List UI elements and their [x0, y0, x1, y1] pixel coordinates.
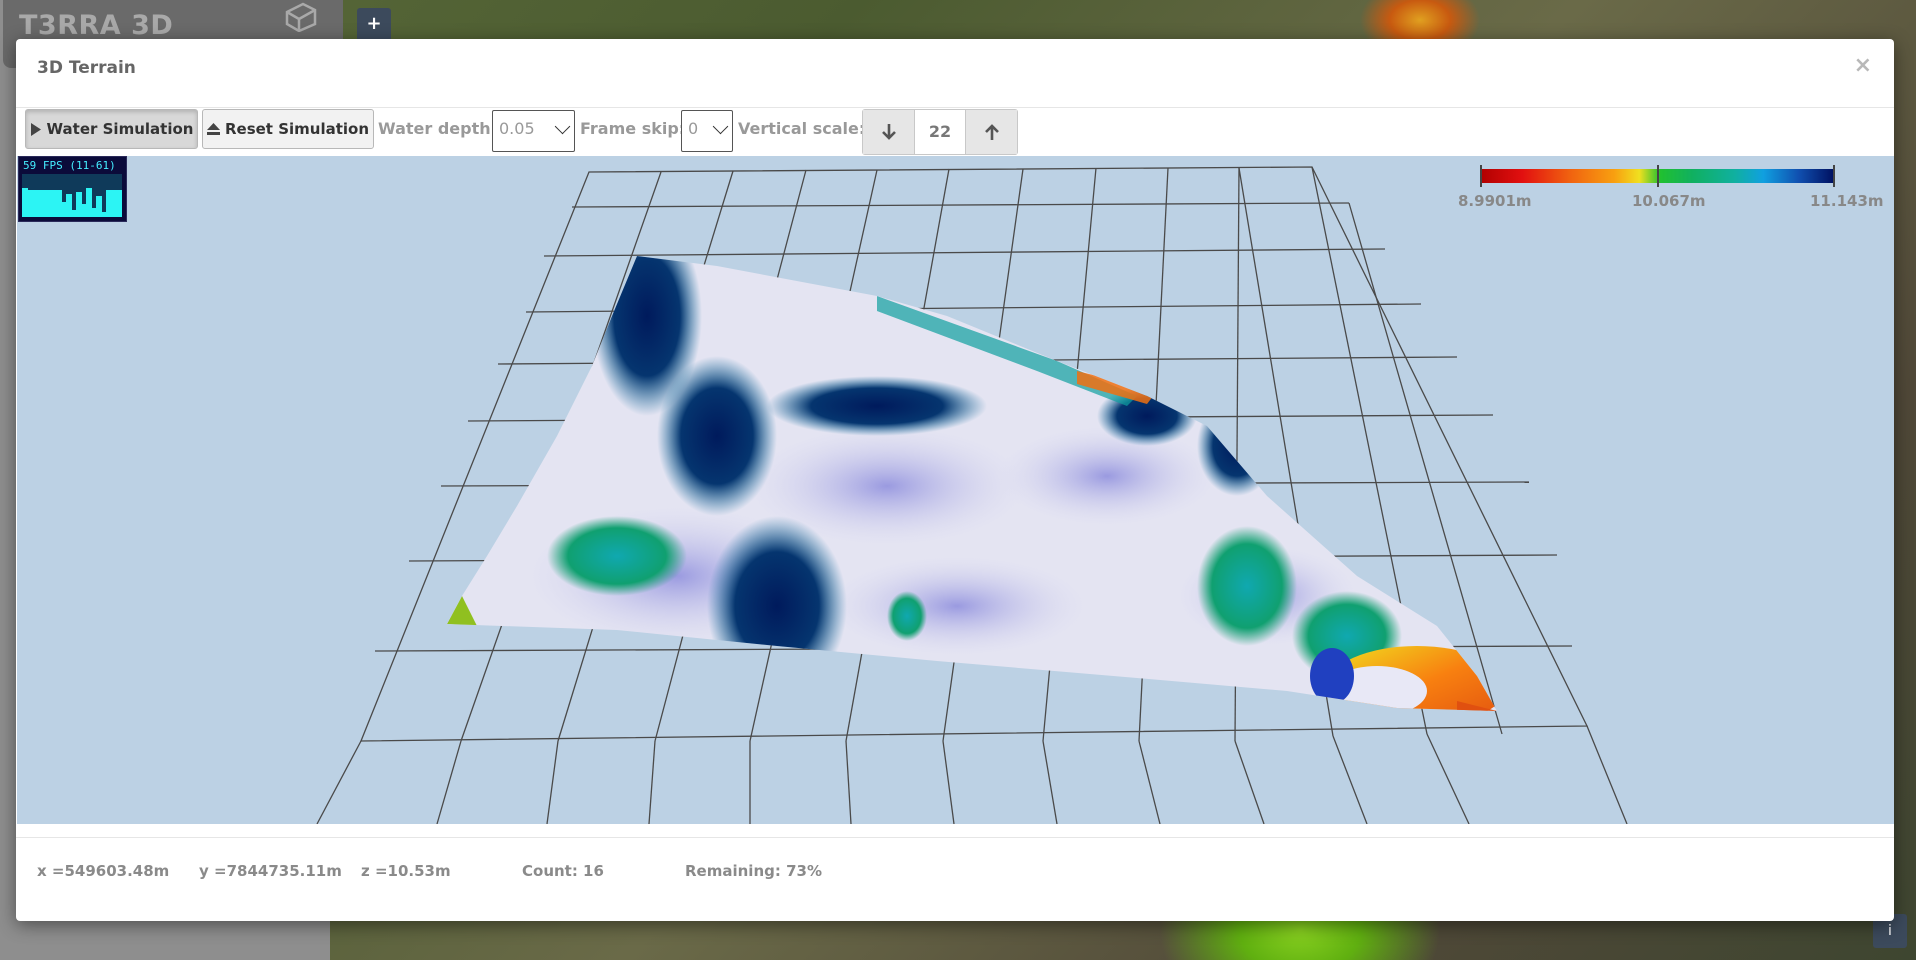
eject-icon	[206, 123, 220, 135]
terrain-modal: 3D Terrain × Water Simulation Reset Simu…	[16, 39, 1894, 921]
app-logo: T3RRA 3D	[19, 10, 174, 41]
count-status: Count: 16	[522, 862, 604, 880]
water-simulation-button[interactable]: Water Simulation	[25, 109, 198, 149]
frame-skip-value: 0	[688, 119, 699, 138]
y-coordinate: y =7844735.11m	[199, 862, 342, 880]
reset-simulation-button[interactable]: Reset Simulation	[202, 109, 374, 149]
close-icon[interactable]: ×	[1854, 55, 1872, 77]
fps-text: 59 FPS (11-61)	[23, 159, 116, 172]
legend-tick-min	[1480, 165, 1482, 187]
modal-header: 3D Terrain ×	[16, 39, 1894, 108]
water-depth-value: 0.05	[499, 119, 535, 138]
fps-graph	[22, 174, 122, 217]
zoom-in-button[interactable]: +	[357, 8, 391, 42]
toolbar: Water Simulation Reset Simulation Water …	[16, 108, 1894, 156]
status-bar: x =549603.48m y =7844735.11m z =10.53m C…	[16, 837, 1894, 922]
z-coordinate: z =10.53m	[361, 862, 451, 880]
vertical-scale-stepper: 22	[862, 109, 1018, 155]
chevron-down-icon	[554, 118, 571, 135]
arrow-down-icon	[881, 124, 896, 140]
legend-mid-label: 10.067m	[1632, 192, 1706, 210]
remaining-status: Remaining: 73%	[685, 862, 822, 880]
chevron-down-icon	[712, 118, 729, 135]
vertical-scale-value: 22	[928, 122, 952, 141]
play-icon	[30, 122, 41, 136]
scale-up-button[interactable]	[965, 110, 1017, 154]
legend-min-label: 8.9901m	[1458, 192, 1532, 210]
water-depth-label: Water depth:	[378, 119, 498, 138]
vertical-scale-label: Vertical scale:	[738, 119, 866, 138]
x-coordinate: x =549603.48m	[37, 862, 170, 880]
terrain-render[interactable]	[17, 156, 1894, 824]
legend-max-label: 11.143m	[1810, 192, 1884, 210]
arrow-up-icon	[984, 124, 999, 140]
cube-icon[interactable]	[283, 2, 317, 32]
frame-skip-label: Frame skip:	[580, 119, 686, 138]
water-simulation-label: Water Simulation	[46, 120, 194, 138]
fps-monitor: 59 FPS (11-61)	[18, 156, 127, 222]
water-depth-select[interactable]: 0.05	[492, 110, 575, 152]
modal-title: 3D Terrain	[37, 58, 136, 78]
terrain-3d-viewport[interactable]: 59 FPS (11-61) 8.9901m 10.067m 11.143m	[17, 156, 1894, 824]
reset-simulation-label: Reset Simulation	[224, 120, 370, 138]
frame-skip-select[interactable]: 0	[681, 110, 733, 152]
scale-down-button[interactable]	[863, 110, 915, 154]
legend-tick-max	[1833, 165, 1835, 187]
legend-tick-mid	[1657, 165, 1659, 187]
